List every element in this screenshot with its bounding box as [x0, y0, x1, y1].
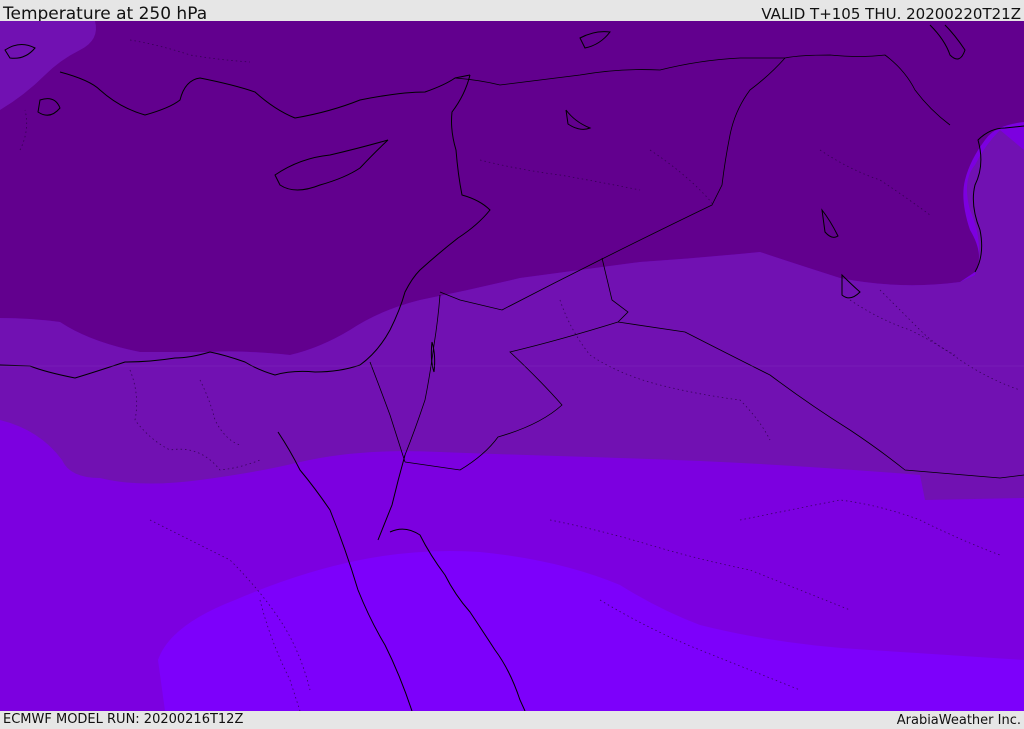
credit-label: ArabiaWeather Inc.: [896, 713, 1021, 728]
header-bar: Temperature at 250 hPa VALID T+105 THU. …: [0, 0, 1024, 24]
temperature-map[interactable]: [0, 21, 1024, 711]
model-run-label: ECMWF MODEL RUN: 20200216T12Z: [3, 712, 244, 727]
footer-bar: ECMWF MODEL RUN: 20200216T12Z ArabiaWeat…: [0, 711, 1024, 729]
